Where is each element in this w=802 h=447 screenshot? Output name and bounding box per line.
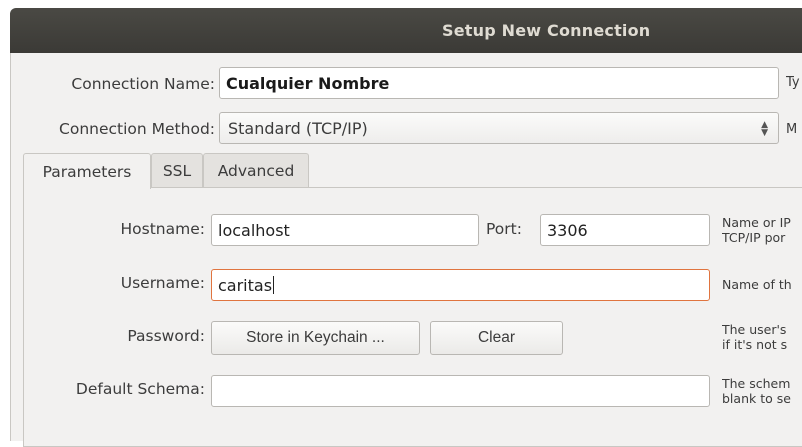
title-bar: Setup New Connection [10,8,802,53]
tab-ssl[interactable]: SSL [151,153,203,187]
schema-hint-line-2: blank to se [722,391,791,406]
connection-method-label: Connection Method: [59,120,215,138]
username-value: caritas [218,275,273,295]
connection-name-label: Connection Name: [71,75,215,93]
schema-hint-line-1: The schem [722,376,791,391]
username-label: Username: [120,274,205,292]
hostname-hint-line-1: Name or IP [722,215,791,230]
connection-method-select[interactable]: Standard (TCP/IP) ▲ ▼ [219,112,779,144]
default-schema-label: Default Schema: [75,380,205,398]
clear-password-button[interactable]: Clear [430,321,563,355]
port-label: Port: [486,220,522,238]
hostname-input[interactable]: localhost [211,214,479,246]
connection-name-hint: Ty [786,75,800,90]
tab-parameters[interactable]: Parameters [23,153,151,189]
setup-connection-dialog: Connection Name: Cualquier Nombre Ty Con… [10,53,802,447]
password-hint-line-2: if it's not s [722,337,788,352]
password-label: Password: [127,327,205,345]
hostname-label: Hostname: [120,220,205,238]
connection-method-value: Standard (TCP/IP) [228,118,368,138]
connection-method-hint: M [786,122,798,137]
default-schema-input[interactable] [211,375,710,407]
username-input[interactable]: caritas [211,269,710,301]
port-input[interactable]: 3306 [540,214,710,246]
connection-name-input[interactable]: Cualquier Nombre [219,67,779,99]
tab-advanced[interactable]: Advanced [203,153,309,187]
text-caret [273,276,275,294]
username-hint: Name of th [722,277,792,292]
parameters-panel: Hostname: localhost Port: 3306 Name or I… [23,187,802,447]
updown-chevron-icon: ▲ ▼ [761,120,768,138]
hostname-hint-line-2: TCP/IP por [722,230,786,245]
password-hint-line-1: The user's [722,322,787,337]
store-in-keychain-button[interactable]: Store in Keychain ... [211,321,420,355]
window-title: Setup New Connection [442,21,651,40]
